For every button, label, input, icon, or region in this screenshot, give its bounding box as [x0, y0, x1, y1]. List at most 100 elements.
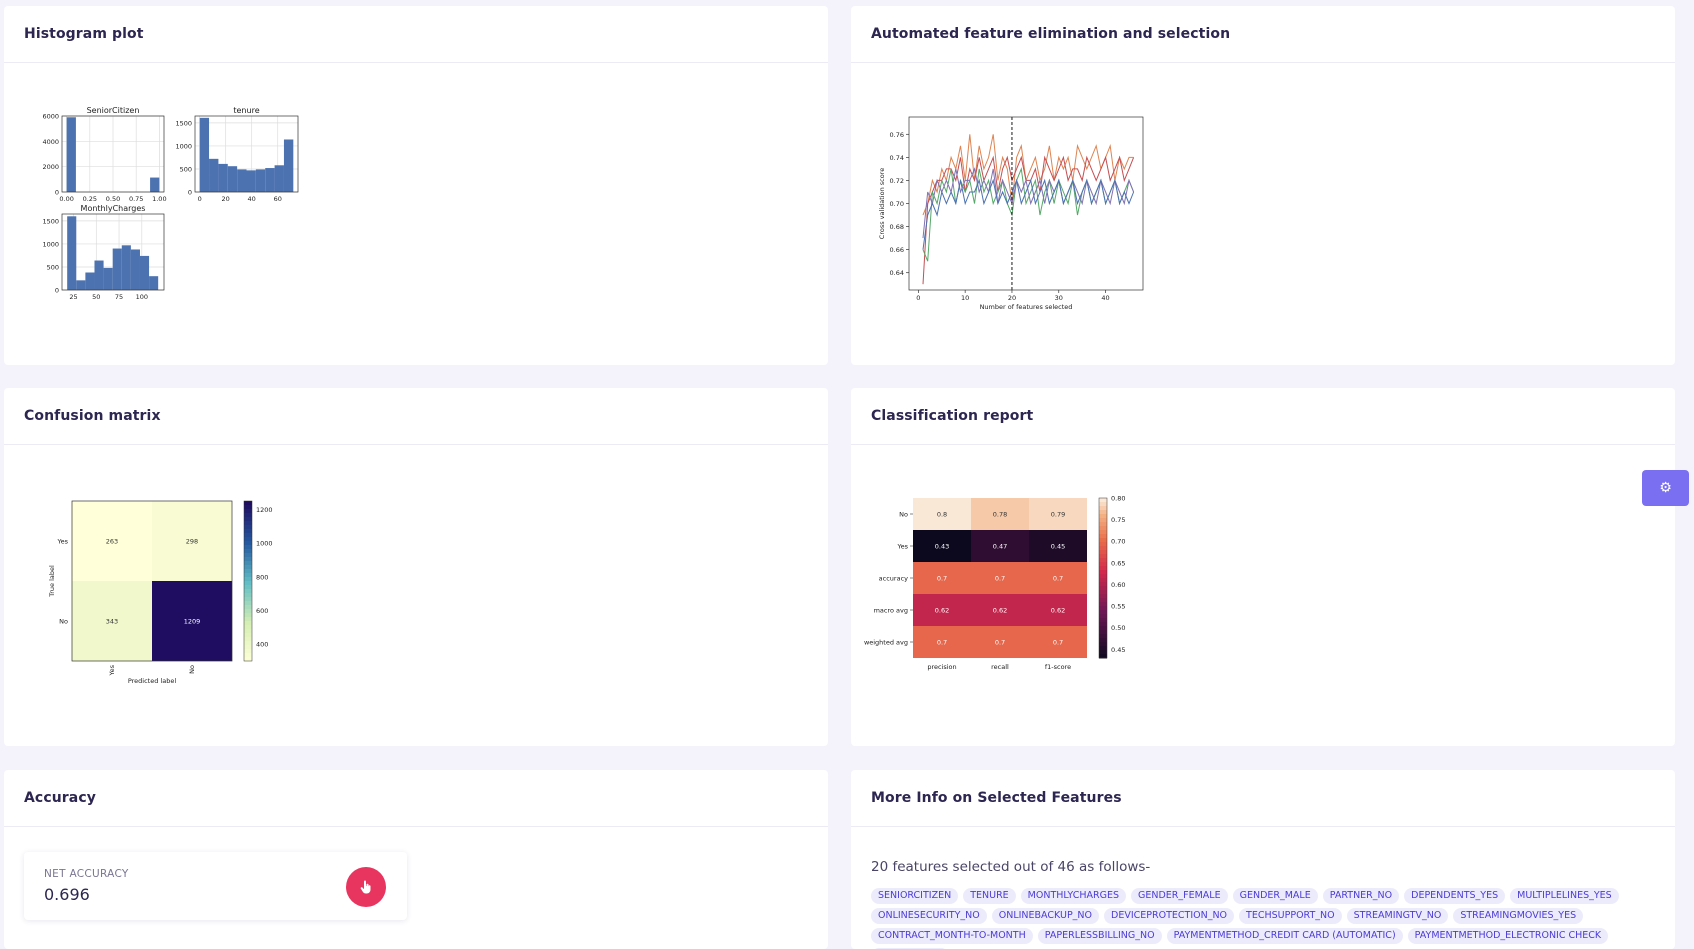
colorbar-segment — [244, 637, 252, 642]
colorbar-segment — [244, 545, 252, 550]
colorbar-tick-label: 0.55 — [1111, 603, 1125, 611]
cell-value-label: 0.7 — [1053, 575, 1063, 583]
histogram-bar — [218, 163, 228, 192]
colorbar-segment — [1099, 506, 1107, 511]
colorbar-segment — [1099, 618, 1107, 623]
cell-value-label: 263 — [106, 538, 118, 546]
cell-value-label: 0.7 — [1053, 639, 1063, 647]
colorbar-segment — [244, 509, 252, 514]
y-tick-label: No — [59, 618, 68, 626]
colorbar-segment — [244, 521, 252, 526]
y-tick-label: 500 — [180, 165, 192, 173]
confusion-matrix-area: 263 298 343 1209 Yes No Yes No Predicted label Tr… — [48, 500, 273, 685]
cell-value-label: 0.47 — [993, 543, 1007, 551]
cell-value-label: 0.7 — [937, 639, 947, 647]
colorbar-segment — [1099, 502, 1107, 507]
histogram-title: SeniorCitizen — [87, 106, 140, 115]
feature-tag: PAPERLESSBILLING_NO — [1037, 928, 1162, 944]
histogram-bar — [274, 165, 284, 192]
histogram-card: Histogram plot SeniorCitizen 0.00 0.25 0.50… — [4, 6, 828, 365]
feature-tag: TECHSUPPORT_NO — [1239, 908, 1342, 924]
colorbar-tick-label: 0.45 — [1111, 646, 1125, 654]
histogram-bar — [94, 260, 104, 290]
x-tick-label: 60 — [274, 195, 282, 203]
colorbar-tick-label: 1200 — [256, 506, 273, 514]
histogram-bar — [121, 245, 131, 290]
colorbar-segment — [1099, 650, 1107, 655]
colorbar-segment — [244, 585, 252, 590]
cell-value-label: 0.78 — [993, 511, 1007, 519]
colorbar-segment — [244, 633, 252, 638]
feature-tag: CONTRACT_MONTH-TO-MONTH — [871, 928, 1033, 944]
colorbar-segment — [244, 537, 252, 542]
cell-value-label: 0.62 — [993, 607, 1007, 615]
y-tick-label: 0.64 — [890, 269, 904, 277]
cell-value-label: 298 — [186, 538, 198, 546]
y-tick-label: 1000 — [175, 142, 192, 150]
y-tick-label: accuracy — [879, 575, 908, 583]
feature-tag: PAYMENTMETHOD_ELECTRONIC CHECK — [1407, 928, 1609, 944]
card-header: Histogram plot — [4, 6, 828, 63]
feature-tag: STREAMINGMOVIES_YES — [1453, 908, 1584, 924]
x-tick-label: 100 — [136, 293, 148, 301]
histogram-bar — [103, 267, 113, 290]
colorbar-segment — [244, 557, 252, 562]
colorbar-tick-label: 400 — [256, 641, 268, 649]
x-tick-label: 20 — [222, 195, 230, 203]
y-tick-label: No — [899, 511, 908, 519]
histogram-bar — [199, 117, 210, 192]
y-tick-label: 0.76 — [890, 131, 904, 139]
colorbar-segment — [244, 645, 252, 650]
colorbar-segment — [1099, 578, 1107, 583]
rfe-line-chart: 0 10 20 30 40 0.64 0.66 0.68 0.70 0.72 0.74 0.76 Num… — [878, 116, 1144, 311]
x-tick-label: 40 — [1101, 294, 1109, 302]
feature-tag: STREAMINGTV_NO — [1346, 908, 1449, 924]
x-tick-label: 25 — [69, 293, 77, 301]
colorbar-segment — [244, 621, 252, 626]
hand-pointer-icon — [346, 867, 386, 907]
label-clip-mask — [851, 494, 861, 662]
x-axis-label: Number of features selected — [980, 303, 1073, 311]
y-tick-label: 4000 — [42, 138, 59, 146]
feature-tag-list: SENIORCITIZEN TENURE MONTHLYCHARGES GENDER_… — [871, 888, 1651, 949]
settings-button[interactable]: ⚙ — [1642, 470, 1689, 506]
feature-tag: DEVICEPROTECTION_NO — [1104, 908, 1235, 924]
colorbar-segment — [244, 513, 252, 518]
histogram-bar — [255, 169, 266, 192]
cell-value-label: 343 — [106, 618, 118, 626]
colorbar-segment — [244, 593, 252, 598]
x-tick-label: recall — [991, 663, 1009, 671]
colorbar-segment — [244, 549, 252, 554]
y-tick-label: 0.72 — [890, 177, 904, 185]
colorbar-segment — [244, 525, 252, 530]
colorbar-segment — [244, 573, 252, 578]
cell-value-label: 0.8 — [937, 511, 947, 519]
x-tick-label: 1.00 — [152, 195, 166, 203]
x-tick-label: 50 — [92, 293, 100, 301]
y-tick-label: 1000 — [42, 240, 59, 248]
x-tick-label: 0.50 — [106, 195, 120, 203]
colorbar-segment — [244, 581, 252, 586]
colorbar-segment — [1099, 622, 1107, 627]
card-header: Accuracy — [4, 770, 828, 827]
colorbar-segment — [1099, 510, 1107, 515]
colorbar-tick-label: 1000 — [256, 540, 273, 548]
cell-value-label: 0.7 — [995, 639, 1005, 647]
colorbar-segment — [244, 625, 252, 630]
histogram-bar — [246, 170, 256, 192]
colorbar-segment — [1099, 518, 1107, 523]
histogram-bar — [227, 166, 238, 192]
colorbar-segment — [1099, 570, 1107, 575]
cell-value-label: 0.62 — [935, 607, 949, 615]
histogram-bar — [150, 177, 160, 192]
histogram-bar — [67, 216, 77, 290]
colorbar-segment — [244, 501, 252, 506]
card-title: Accuracy — [24, 790, 96, 806]
y-tick-label: 0 — [55, 287, 59, 295]
card-title: Automated feature elimination and select… — [871, 26, 1231, 42]
colorbar-segment — [244, 505, 252, 510]
net-accuracy-value: 0.696 — [44, 885, 90, 904]
cell-value-label: 0.7 — [995, 575, 1005, 583]
colorbar-segment — [1099, 642, 1107, 647]
x-tick-label: precision — [927, 663, 956, 671]
